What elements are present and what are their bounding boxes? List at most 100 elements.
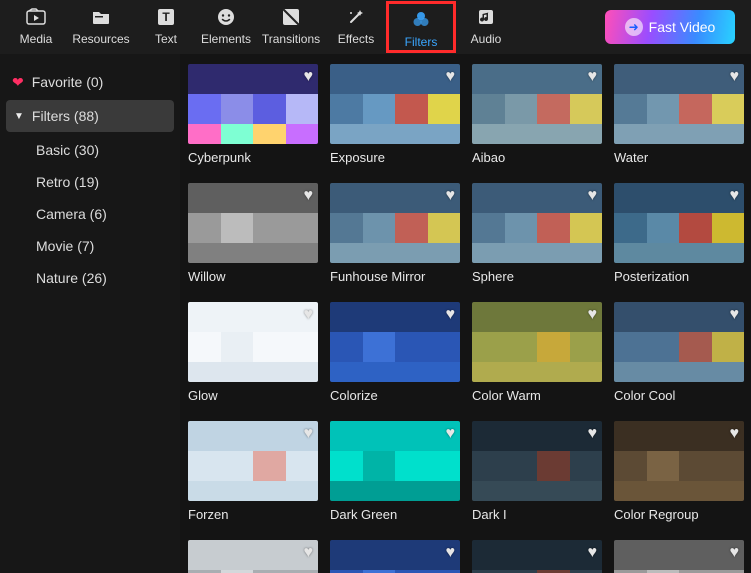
heart-icon[interactable]: ♥ (446, 425, 456, 443)
sidebar-item-camera[interactable]: Camera (6) (0, 198, 180, 230)
filter-card[interactable]: ♥ Exposure (330, 64, 460, 165)
top-toolbar: Media Resources T Text Elements Transiti… (0, 0, 751, 54)
filter-card[interactable]: ♥ Sphere (472, 183, 602, 284)
filter-caption: Willow (188, 269, 318, 284)
sidebar-item-nature[interactable]: Nature (26) (0, 262, 180, 294)
sidebar: ❤ Favorite (0) ▼ Filters (88) Basic (30)… (0, 54, 180, 573)
filter-caption: Funhouse Mirror (330, 269, 460, 284)
filter-circles-icon (411, 11, 431, 32)
filter-card[interactable]: ♥ Forzen (188, 421, 318, 522)
heart-icon[interactable]: ♥ (588, 425, 598, 443)
heart-icon[interactable]: ♥ (446, 544, 456, 562)
elements-tab[interactable]: Elements (196, 2, 256, 52)
filter-thumb: ♥ (614, 64, 744, 144)
sidebar-item-filters[interactable]: ▼ Filters (88) (6, 100, 174, 132)
transitions-tab[interactable]: Transitions (256, 2, 326, 52)
folder-icon (91, 8, 111, 29)
filter-card[interactable]: ♥ Color Warm (472, 302, 602, 403)
heart-icon[interactable]: ♥ (304, 187, 314, 205)
sidebar-item-favorite[interactable]: ❤ Favorite (0) (0, 66, 180, 98)
filter-card[interactable]: ♥ Posterization (614, 183, 744, 284)
filter-caption: Glow (188, 388, 318, 403)
resources-label: Resources (72, 32, 129, 46)
sidebar-item-retro[interactable]: Retro (19) (0, 166, 180, 198)
resources-tab[interactable]: Resources (66, 2, 136, 52)
filter-card[interactable]: ♥ Dark I (472, 421, 602, 522)
heart-icon[interactable]: ♥ (304, 544, 314, 562)
effects-tab[interactable]: Effects (326, 2, 386, 52)
filter-thumb: ♥ (472, 183, 602, 263)
chevron-down-icon: ▼ (14, 111, 24, 122)
text-tab[interactable]: T Text (136, 2, 196, 52)
filter-card[interactable]: ♥ Color Regroup (614, 421, 744, 522)
audio-tab[interactable]: Audio (456, 2, 516, 52)
heart-icon[interactable]: ♥ (730, 425, 740, 443)
text-icon: T (157, 8, 175, 29)
trans-icon (282, 8, 300, 29)
sidebar-favorite-label: Favorite (0) (32, 74, 104, 90)
filter-card[interactable]: ♥ (614, 540, 744, 573)
filter-gallery[interactable]: ♥ Cyberpunk ♥ Exposure ♥ Aibao ♥ Water (180, 54, 751, 573)
filter-caption: Color Regroup (614, 507, 744, 522)
elements-label: Elements (201, 32, 251, 46)
filter-caption: Aibao (472, 150, 602, 165)
sidebar-item-movie[interactable]: Movie (7) (0, 230, 180, 262)
heart-icon[interactable]: ♥ (730, 544, 740, 562)
filter-card[interactable]: ♥ Color Cool (614, 302, 744, 403)
media-tab[interactable]: Media (6, 2, 66, 52)
filter-caption: Cyberpunk (188, 150, 318, 165)
filter-card[interactable]: ♥ Colorize (330, 302, 460, 403)
sidebar-filters-label: Filters (88) (32, 108, 99, 124)
heart-icon[interactable]: ♥ (588, 68, 598, 86)
face-icon (217, 8, 235, 29)
filter-card[interactable]: ♥ Aibao (472, 64, 602, 165)
filter-card[interactable]: ♥ Water (614, 64, 744, 165)
filter-caption: Water (614, 150, 744, 165)
filter-thumb: ♥ (330, 540, 460, 573)
filter-caption: Colorize (330, 388, 460, 403)
filter-grid: ♥ Cyberpunk ♥ Exposure ♥ Aibao ♥ Water (188, 64, 739, 573)
heart-icon[interactable]: ♥ (446, 187, 456, 205)
fast-video-button[interactable]: ➜ Fast Video (605, 10, 735, 44)
filter-caption: Color Warm (472, 388, 602, 403)
heart-icon[interactable]: ♥ (304, 306, 314, 324)
filter-card[interactable]: ♥ Cyberpunk (188, 64, 318, 165)
filter-card[interactable]: ♥ Funhouse Mirror (330, 183, 460, 284)
filter-thumb: ♥ (188, 302, 318, 382)
fast-video-label: Fast Video (649, 19, 716, 35)
sidebar-item-basic[interactable]: Basic (30) (0, 134, 180, 166)
filter-card[interactable]: ♥ Willow (188, 183, 318, 284)
svg-text:T: T (162, 10, 170, 24)
effects-label: Effects (338, 32, 374, 46)
music-icon (477, 8, 495, 29)
filter-thumb: ♥ (614, 302, 744, 382)
heart-icon[interactable]: ♥ (730, 187, 740, 205)
filter-thumb: ♥ (614, 540, 744, 573)
heart-icon[interactable]: ♥ (304, 68, 314, 86)
filter-card[interactable]: ♥ (330, 540, 460, 573)
heart-icon[interactable]: ♥ (304, 425, 314, 443)
filter-thumb: ♥ (614, 421, 744, 501)
filter-thumb: ♥ (188, 64, 318, 144)
arrow-icon: ➜ (625, 18, 643, 36)
heart-icon[interactable]: ♥ (730, 306, 740, 324)
heart-icon[interactable]: ♥ (446, 306, 456, 324)
filter-card[interactable]: ♥ (472, 540, 602, 573)
filter-caption: Dark I (472, 507, 602, 522)
heart-icon[interactable]: ♥ (730, 68, 740, 86)
heart-icon[interactable]: ♥ (588, 187, 598, 205)
heart-icon[interactable]: ♥ (446, 68, 456, 86)
filter-card[interactable]: ♥ (188, 540, 318, 573)
filter-card[interactable]: ♥ Glow (188, 302, 318, 403)
filter-caption: Exposure (330, 150, 460, 165)
heart-icon[interactable]: ♥ (588, 544, 598, 562)
sparkle-icon (347, 8, 365, 29)
sidebar-child-label: Nature (26) (36, 270, 107, 286)
filter-thumb: ♥ (472, 302, 602, 382)
heart-icon[interactable]: ♥ (588, 306, 598, 324)
filters-tab[interactable]: Filters (391, 5, 451, 55)
filter-caption: Color Cool (614, 388, 744, 403)
filter-thumb: ♥ (472, 540, 602, 573)
sidebar-child-label: Basic (30) (36, 142, 99, 158)
filter-card[interactable]: ♥ Dark Green (330, 421, 460, 522)
